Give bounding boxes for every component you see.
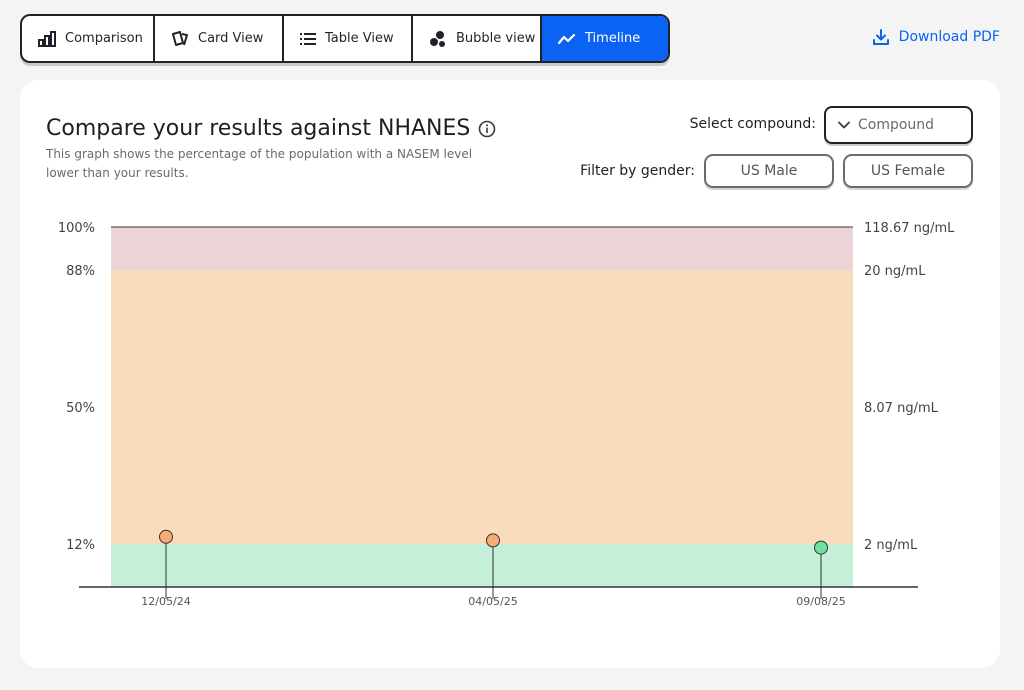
bar-chart-icon [38,30,56,47]
left-axis-label: 88% [66,264,95,279]
download-label: Download PDF [898,29,1000,45]
tab-label: Card View [198,31,264,46]
tab-label: Bubble view [456,31,536,46]
tab-label: Table View [325,31,394,46]
right-axis-label: 118.67 ng/mL [864,221,955,236]
tab-label: Comparison [65,31,143,46]
download-pdf-button[interactable]: Download PDF [872,28,1000,46]
band-1 [111,270,853,544]
comparison-card: Compare your results against NHANES This… [20,80,1000,668]
tab-comparison[interactable]: Comparison [22,16,155,61]
left-axis-label: 12% [66,538,95,553]
data-point [486,533,500,548]
tab-timeline[interactable]: Timeline [542,16,668,61]
bubbles-icon [430,30,445,47]
trend-icon [558,33,576,44]
right-axis-label: 2 ng/mL [864,538,918,553]
date-label: 09/08/25 [796,595,845,608]
data-point [159,529,173,544]
timeline-chart: 100% 88% 50% 12% 118.67 ng/mL 20 ng/mL 8.07 ng… [58,221,955,608]
band-2 [111,227,853,270]
cards-icon [172,30,188,46]
right-axis-label: 8.07 ng/mL [864,401,939,416]
tab-card-view[interactable]: Card View [155,16,284,61]
date-label: 04/05/25 [468,595,517,608]
data-point [814,540,828,555]
band-0 [111,544,853,587]
tab-table-view[interactable]: Table View [284,16,413,61]
left-axis-label: 50% [66,401,95,416]
tab-bubble-view[interactable]: Bubble view [413,16,542,61]
left-axis-label: 100% [58,221,95,236]
download-icon [872,29,889,45]
list-icon [300,32,316,45]
view-tabs: Comparison Card View Table View Bubble v… [20,14,670,63]
date-label: 12/05/24 [141,595,190,608]
tab-label: Timeline [585,31,641,46]
right-axis-label: 20 ng/mL [864,264,926,279]
